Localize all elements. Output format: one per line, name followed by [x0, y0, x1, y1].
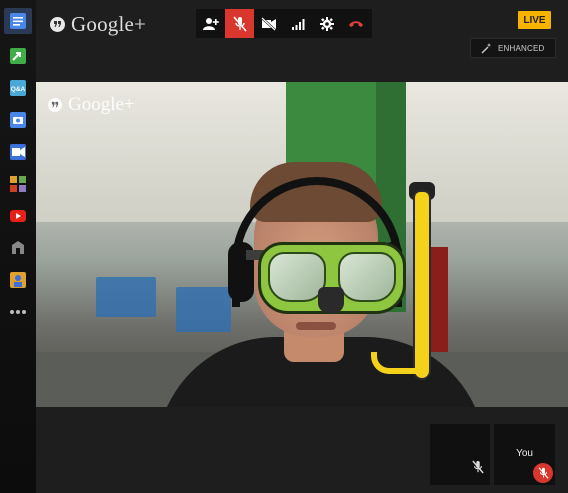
bandwidth-button[interactable] — [283, 9, 312, 38]
chat-icon[interactable] — [4, 8, 32, 34]
qa-icon[interactable]: Q&A — [8, 78, 28, 98]
camera-icon[interactable] — [8, 110, 28, 130]
mic-muted-icon — [472, 460, 484, 479]
settings-button[interactable] — [312, 9, 341, 38]
settings-icon — [319, 16, 334, 31]
main-video[interactable]: Google+ — [36, 82, 568, 407]
hangouts-logo-icon — [50, 17, 65, 32]
share-icon[interactable] — [8, 46, 28, 66]
mic-muted-badge-icon — [533, 463, 553, 483]
more-icon[interactable] — [8, 302, 28, 322]
brand-title: Google+ — [71, 12, 147, 36]
app-icon[interactable] — [8, 238, 28, 258]
app-icon-2[interactable] — [8, 270, 28, 290]
brand: Google+ — [50, 12, 146, 37]
video-watermark: Google+ — [48, 94, 135, 116]
call-toolbar — [196, 9, 372, 38]
video-off-icon — [260, 16, 276, 31]
hang-up-icon — [348, 20, 363, 27]
hangouts-watermark-icon — [48, 98, 62, 112]
mute-mic-icon — [232, 15, 247, 32]
youtube-icon[interactable] — [8, 206, 28, 226]
app-rail: Q&A — [0, 0, 36, 493]
apps-icon[interactable] — [8, 174, 28, 194]
watermark-text: Google+ — [68, 94, 135, 115]
hang-up-button[interactable] — [341, 9, 370, 38]
enhanced-button[interactable]: ENHANCED — [470, 38, 556, 58]
self-tile-label: You — [516, 448, 533, 459]
bandwidth-icon — [291, 18, 304, 30]
magic-wand-icon — [481, 42, 492, 53]
enhanced-label: ENHANCED — [498, 43, 545, 53]
mute-mic-button[interactable] — [225, 9, 254, 38]
self-tile[interactable]: You — [494, 424, 555, 485]
video-off-button[interactable] — [254, 9, 283, 38]
invite-people-icon — [202, 17, 219, 30]
video-effects-icon[interactable] — [8, 142, 28, 162]
qa-icon-label: Q&A — [11, 86, 26, 93]
invite-people-button[interactable] — [196, 9, 225, 38]
live-badge: LIVE — [518, 11, 551, 29]
participant-tile[interactable] — [430, 424, 490, 485]
